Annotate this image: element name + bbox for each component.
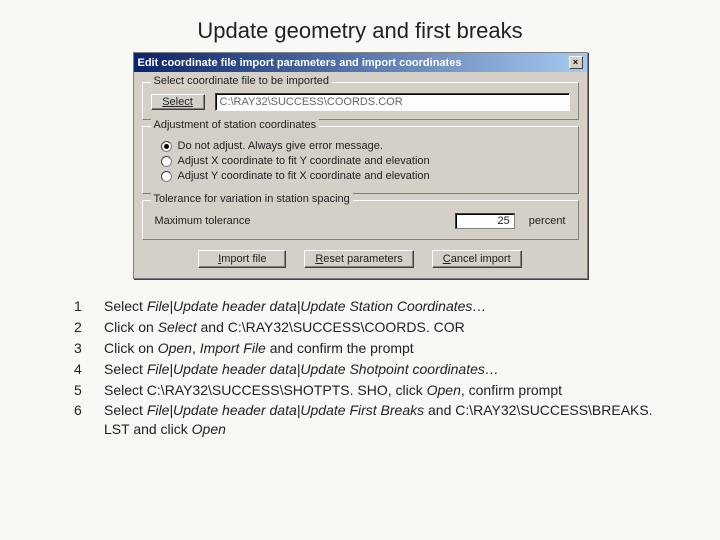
titlebar: Edit coordinate file import parameters a… xyxy=(134,53,587,72)
radio-icon xyxy=(161,141,172,152)
step-number: 3 xyxy=(74,339,94,358)
radio-adjust-x[interactable]: Adjust X coordinate to fit Y coordinate … xyxy=(161,155,570,167)
step-number: 6 xyxy=(74,401,94,439)
radio-label: Adjust X coordinate to fit Y coordinate … xyxy=(178,155,430,167)
radio-label: Adjust Y coordinate to fit X coordinate … xyxy=(178,170,430,182)
titlebar-text: Edit coordinate file import parameters a… xyxy=(138,57,567,69)
dialog-body: Select coordinate file to be imported Se… xyxy=(134,72,587,278)
reset-parameters-button[interactable]: Reset parameters xyxy=(304,250,413,268)
cancel-import-button[interactable]: Cancel import xyxy=(432,250,522,268)
radio-adjust-y[interactable]: Adjust Y coordinate to fit X coordinate … xyxy=(161,170,570,182)
group-adjustment: Adjustment of station coordinates Do not… xyxy=(142,126,579,194)
instruction-list: 1 Select File|Update header data|Update … xyxy=(74,297,656,439)
radio-icon xyxy=(161,156,172,167)
step-number: 2 xyxy=(74,318,94,337)
tolerance-label: Maximum tolerance xyxy=(155,215,251,227)
dialog-window: Edit coordinate file import parameters a… xyxy=(133,52,588,279)
tolerance-input[interactable]: 25 xyxy=(455,213,515,229)
group-label: Adjustment of station coordinates xyxy=(151,119,320,131)
group-label: Select coordinate file to be imported xyxy=(151,75,333,87)
radio-label: Do not adjust. Always give error message… xyxy=(178,140,383,152)
step-number: 4 xyxy=(74,360,94,379)
step-text: Select C:\RAY32\SUCCESS\SHOTPTS. SHO, cl… xyxy=(104,381,656,400)
step-number: 5 xyxy=(74,381,94,400)
step-text: Select File|Update header data|Update St… xyxy=(104,297,656,316)
group-select-file: Select coordinate file to be imported Se… xyxy=(142,82,579,120)
step-number: 1 xyxy=(74,297,94,316)
radio-icon xyxy=(161,171,172,182)
dialog-button-row: Import file Reset parameters Cancel impo… xyxy=(142,246,579,268)
step-text: Click on Select and C:\RAY32\SUCCESS\COO… xyxy=(104,318,656,337)
file-path-field[interactable]: C:\RAY32\SUCCESS\COORDS.COR xyxy=(215,93,570,111)
group-tolerance: Tolerance for variation in station spaci… xyxy=(142,200,579,240)
step-text: Select File|Update header data|Update Fi… xyxy=(104,401,656,439)
slide-title: Update geometry and first breaks xyxy=(0,0,720,52)
tolerance-unit: percent xyxy=(529,215,566,227)
step-text: Click on Open, Import File and confirm t… xyxy=(104,339,656,358)
group-label: Tolerance for variation in station spaci… xyxy=(151,193,353,205)
close-icon[interactable]: × xyxy=(569,56,583,69)
step-text: Select File|Update header data|Update Sh… xyxy=(104,360,656,379)
select-button[interactable]: Select xyxy=(151,94,205,110)
radio-no-adjust[interactable]: Do not adjust. Always give error message… xyxy=(161,140,570,152)
import-file-button[interactable]: Import file xyxy=(198,250,286,268)
